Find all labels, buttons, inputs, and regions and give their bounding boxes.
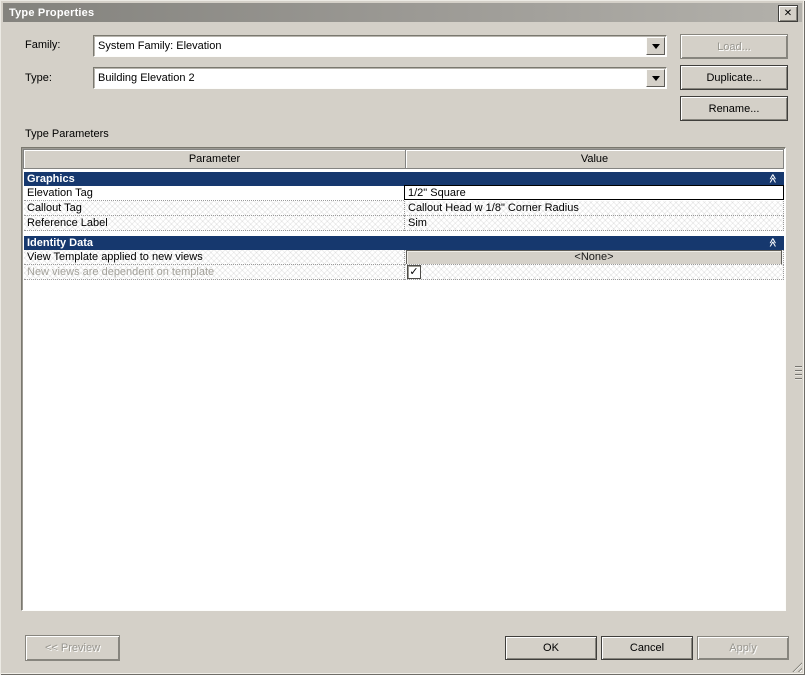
type-properties-dialog: Type Properties ✕ Family: System Family:… bbox=[0, 0, 805, 675]
preview-button[interactable]: << Preview bbox=[25, 635, 120, 661]
close-button[interactable]: ✕ bbox=[778, 5, 798, 22]
type-dropdown[interactable]: Building Elevation 2 bbox=[93, 67, 667, 89]
elevation-tag-value-input[interactable]: 1/2" Square bbox=[404, 185, 784, 200]
value-column-header[interactable]: Value bbox=[405, 149, 784, 169]
callout-tag-value[interactable]: Callout Head w 1/8" Corner Radius bbox=[404, 201, 784, 216]
table-row[interactable]: New views are dependent on template ✓ bbox=[24, 265, 784, 280]
collapse-chevron-icon[interactable]: ≪ bbox=[767, 174, 778, 183]
reference-label-value[interactable]: Sim bbox=[404, 216, 784, 231]
family-dropdown[interactable]: System Family: Elevation bbox=[93, 35, 667, 57]
table-row[interactable]: Elevation Tag 1/2" Square bbox=[24, 185, 784, 201]
edge-splitter-grip[interactable] bbox=[795, 366, 802, 382]
table-row[interactable]: View Template applied to new views <None… bbox=[24, 250, 784, 265]
load-button[interactable]: Load... bbox=[680, 34, 788, 59]
view-template-none-button[interactable]: <None> bbox=[406, 250, 782, 264]
duplicate-button[interactable]: Duplicate... bbox=[680, 65, 788, 90]
parameter-name: View Template applied to new views bbox=[24, 250, 404, 265]
titlebar[interactable]: Type Properties ✕ bbox=[3, 3, 802, 22]
parameter-name: Reference Label bbox=[24, 216, 404, 231]
table-row[interactable]: Reference Label Sim bbox=[24, 216, 784, 231]
family-label: Family: bbox=[25, 39, 61, 51]
parameter-name: Elevation Tag bbox=[24, 186, 404, 201]
section-header-identity-data[interactable]: Identity Data ≪ bbox=[24, 236, 784, 250]
section-header-graphics[interactable]: Graphics ≪ bbox=[24, 172, 784, 186]
type-value: Building Elevation 2 bbox=[98, 72, 195, 84]
resize-grip[interactable] bbox=[790, 660, 802, 672]
table-header: Parameter Value bbox=[23, 149, 784, 169]
dependent-on-template-cell: ✓ bbox=[404, 265, 784, 280]
chevron-down-icon bbox=[651, 75, 660, 81]
view-template-cell: <None> bbox=[404, 250, 784, 265]
window-title: Type Properties bbox=[9, 6, 95, 19]
cancel-button[interactable]: Cancel bbox=[601, 636, 693, 660]
parameter-name: New views are dependent on template bbox=[24, 265, 404, 280]
chevron-down-icon bbox=[651, 43, 660, 49]
ok-button[interactable]: OK bbox=[505, 636, 597, 660]
rename-button[interactable]: Rename... bbox=[680, 96, 788, 121]
type-dropdown-button[interactable] bbox=[646, 69, 665, 87]
parameters-table: Parameter Value Graphics ≪ Elevation Tag… bbox=[21, 147, 786, 611]
table-row[interactable]: Callout Tag Callout Head w 1/8" Corner R… bbox=[24, 201, 784, 216]
family-dropdown-button[interactable] bbox=[646, 37, 665, 55]
dependent-checkbox[interactable]: ✓ bbox=[407, 265, 421, 279]
checkmark-icon: ✓ bbox=[409, 265, 419, 278]
type-label: Type: bbox=[25, 72, 52, 84]
parameter-name: Callout Tag bbox=[24, 201, 404, 216]
family-value: System Family: Elevation bbox=[98, 40, 222, 52]
close-icon: ✕ bbox=[783, 7, 793, 19]
collapse-chevron-icon[interactable]: ≪ bbox=[767, 238, 778, 247]
type-parameters-label: Type Parameters bbox=[25, 128, 109, 140]
apply-button[interactable]: Apply bbox=[697, 636, 789, 660]
parameter-column-header[interactable]: Parameter bbox=[23, 149, 406, 169]
